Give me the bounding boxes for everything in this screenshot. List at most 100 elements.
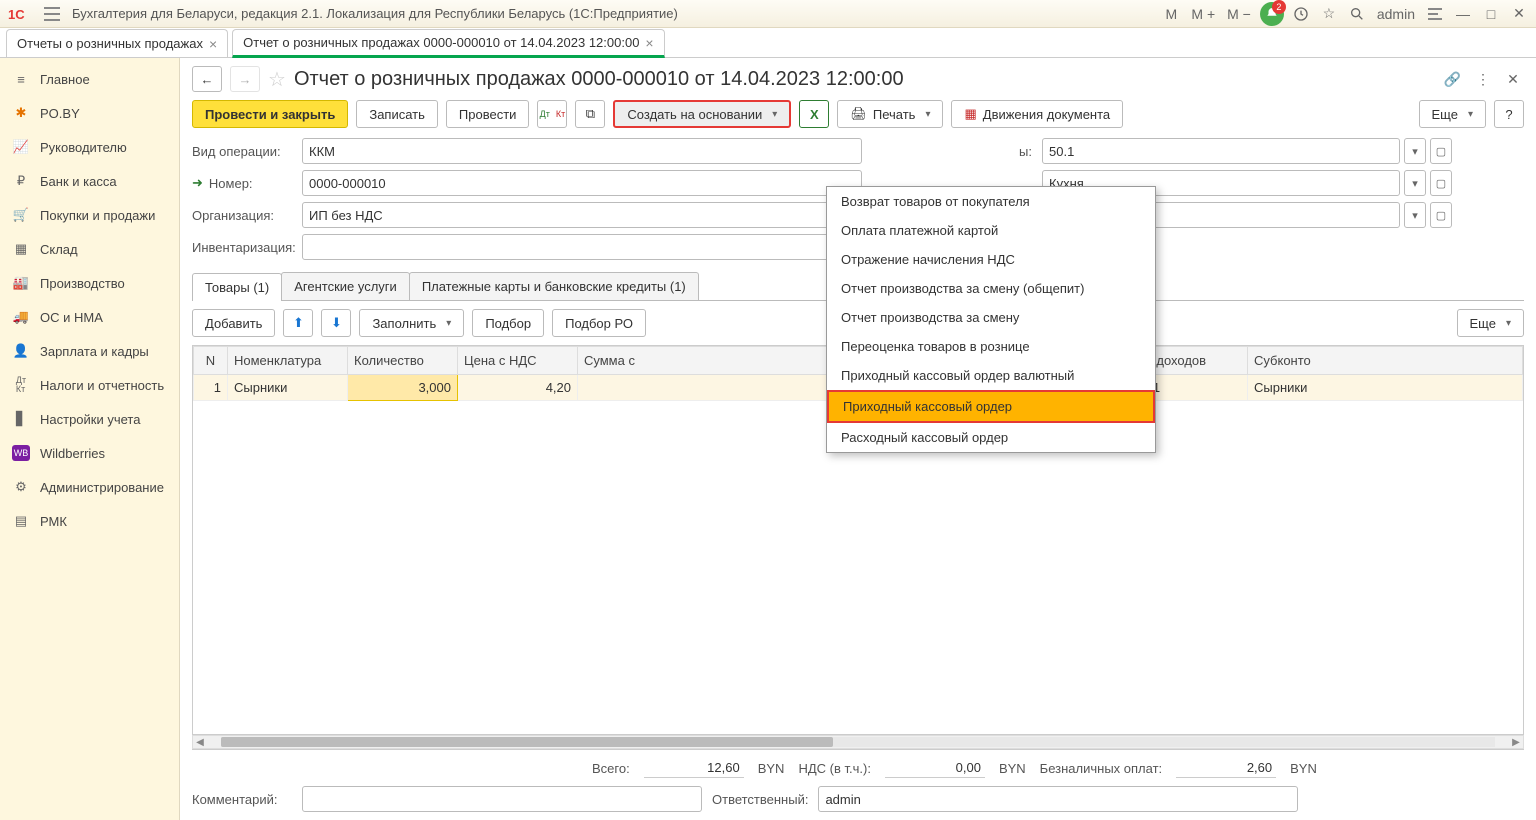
table-more-button[interactable]: Еще: [1457, 309, 1524, 337]
notifications-icon[interactable]: 2: [1260, 2, 1284, 26]
sidebar-item-main[interactable]: ≡Главное: [0, 62, 179, 96]
sidebar-item-rmk[interactable]: ▤РМК: [0, 504, 179, 538]
favorite-toggle-icon[interactable]: ☆: [268, 67, 286, 92]
inventory-field[interactable]: [302, 234, 862, 260]
tab-reports-list[interactable]: Отчеты о розничных продажах ×: [6, 29, 228, 57]
minimize-button[interactable]: —: [1452, 3, 1474, 25]
add-row-button[interactable]: Добавить: [192, 309, 275, 337]
post-button[interactable]: Провести: [446, 100, 530, 128]
scroll-left-icon[interactable]: ◀: [193, 737, 207, 748]
tab-current-report[interactable]: Отчет о розничных продажах 0000-000010 о…: [232, 29, 664, 58]
menu-item-nds[interactable]: Отражение начисления НДС: [827, 245, 1155, 274]
menu-item-shift-report[interactable]: Отчет производства за смену: [827, 303, 1155, 332]
fill-button[interactable]: Заполнить: [359, 309, 464, 337]
cell-subconto[interactable]: Сырники: [1248, 375, 1523, 401]
horizontal-scrollbar[interactable]: ◀ ▶: [192, 735, 1524, 749]
menu-item-revaluation[interactable]: Переоценка товаров в рознице: [827, 332, 1155, 361]
operation-type-field[interactable]: ККМ: [302, 138, 862, 164]
close-icon[interactable]: ×: [645, 35, 653, 51]
menu-item-cash-in-currency[interactable]: Приходный кассовый ордер валютный: [827, 361, 1155, 390]
tab-cards[interactable]: Платежные карты и банковские кредиты (1): [409, 272, 699, 300]
document-movements-button[interactable]: ▦Движения документа: [951, 100, 1123, 128]
more-vertical-icon[interactable]: ⋮: [1472, 68, 1494, 90]
scroll-thumb[interactable]: [221, 737, 833, 747]
zoom-m-button[interactable]: M: [1160, 3, 1182, 25]
cart-icon: 🛒: [12, 206, 30, 224]
sidebar-item-settings[interactable]: ▋Настройки учета: [0, 402, 179, 436]
dropdown-icon[interactable]: ▾: [1404, 138, 1426, 164]
dropdown-icon[interactable]: ▾: [1404, 202, 1426, 228]
sidebar-item-sales[interactable]: 🛒Покупки и продажи: [0, 198, 179, 232]
menu-item-cash-in[interactable]: Приходный кассовый ордер: [827, 390, 1155, 423]
open-icon[interactable]: ▢: [1430, 138, 1452, 164]
search-icon[interactable]: [1346, 3, 1368, 25]
move-up-button[interactable]: ⬆: [283, 309, 313, 337]
menu-icon[interactable]: [42, 4, 62, 24]
zoom-mplus-button[interactable]: M +: [1188, 3, 1218, 25]
sidebar-item-tax[interactable]: ДтКтНалоги и отчетность: [0, 368, 179, 402]
scroll-right-icon[interactable]: ▶: [1509, 737, 1523, 748]
col-nomenclature[interactable]: Номенклатура: [228, 347, 348, 375]
history-icon[interactable]: [1290, 3, 1312, 25]
link-icon[interactable]: 🔗: [1441, 68, 1464, 90]
settings-icon[interactable]: [1424, 3, 1446, 25]
dropdown-icon[interactable]: ▾: [1404, 170, 1426, 196]
main-content: ← → ☆ Отчет о розничных продажах 0000-00…: [180, 58, 1536, 820]
dtkt-button[interactable]: ДтКт: [537, 100, 567, 128]
responsible-field[interactable]: admin: [818, 786, 1298, 812]
app-logo-icon: 1C: [6, 4, 36, 24]
menu-item-return[interactable]: Возврат товаров от покупателя: [827, 187, 1155, 216]
number-field[interactable]: 0000-000010: [302, 170, 862, 196]
sidebar-item-bank[interactable]: ₽Банк и касса: [0, 164, 179, 198]
help-button[interactable]: ?: [1494, 100, 1524, 128]
col-price[interactable]: Цена с НДС: [458, 347, 578, 375]
forward-button[interactable]: →: [230, 66, 260, 92]
close-icon[interactable]: ×: [209, 36, 217, 52]
sidebar-item-manager[interactable]: 📈Руководителю: [0, 130, 179, 164]
sidebar-item-assets[interactable]: 🚚ОС и НМА: [0, 300, 179, 334]
sidebar-item-label: Производство: [40, 276, 125, 291]
select-button[interactable]: Подбор: [472, 309, 544, 337]
col-n[interactable]: N: [194, 347, 228, 375]
sidebar-item-payroll[interactable]: 👤Зарплата и кадры: [0, 334, 179, 368]
menu-item-shift-report-catering[interactable]: Отчет производства за смену (общепит): [827, 274, 1155, 303]
tab-agent-services[interactable]: Агентские услуги: [281, 272, 410, 300]
create-based-on-button[interactable]: Создать на основании: [613, 100, 791, 128]
cell-quantity[interactable]: 3,000: [348, 375, 458, 401]
move-down-button[interactable]: ⬇: [321, 309, 351, 337]
menu-item-cash-out[interactable]: Расходный кассовый ордер: [827, 423, 1155, 452]
user-label[interactable]: admin: [1374, 3, 1418, 25]
menu-item-card-payment[interactable]: Оплата платежной картой: [827, 216, 1155, 245]
maximize-button[interactable]: □: [1480, 3, 1502, 25]
zoom-mminus-button[interactable]: M −: [1224, 3, 1254, 25]
close-window-button[interactable]: ✕: [1508, 3, 1530, 25]
close-doc-button[interactable]: ✕: [1502, 68, 1524, 90]
cash-account-field[interactable]: 50.1: [1042, 138, 1400, 164]
truck-icon: 🚚: [12, 308, 30, 326]
copy-button[interactable]: ⧉: [575, 100, 605, 128]
excel-button[interactable]: X: [799, 100, 829, 128]
cell-price[interactable]: 4,20: [458, 375, 578, 401]
currency-label: BYN: [758, 761, 785, 776]
favorites-icon[interactable]: ☆: [1318, 3, 1340, 25]
cell-nomenclature[interactable]: Сырники: [228, 375, 348, 401]
select-po-button[interactable]: Подбор РО: [552, 309, 646, 337]
open-icon[interactable]: ▢: [1430, 170, 1452, 196]
post-and-close-button[interactable]: Провести и закрыть: [192, 100, 348, 128]
print-button[interactable]: 🖨Печать: [837, 100, 943, 128]
sidebar-item-warehouse[interactable]: ▦Склад: [0, 232, 179, 266]
sidebar-item-poby[interactable]: ✱PO.BY: [0, 96, 179, 130]
col-subconto[interactable]: Субконто: [1248, 347, 1523, 375]
back-button[interactable]: ←: [192, 66, 222, 92]
organization-field[interactable]: ИП без НДС: [302, 202, 862, 228]
sidebar-item-admin[interactable]: ⚙Администрирование: [0, 470, 179, 504]
open-icon[interactable]: ▢: [1430, 202, 1452, 228]
comment-field[interactable]: [302, 786, 702, 812]
sidebar-item-wildberries[interactable]: WBWildberries: [0, 436, 179, 470]
sidebar-item-production[interactable]: 🏭Производство: [0, 266, 179, 300]
write-button[interactable]: Записать: [356, 100, 438, 128]
more-button[interactable]: Еще: [1419, 100, 1486, 128]
tab-goods[interactable]: Товары (1): [192, 273, 282, 301]
col-quantity[interactable]: Количество: [348, 347, 458, 375]
cell-n[interactable]: 1: [194, 375, 228, 401]
